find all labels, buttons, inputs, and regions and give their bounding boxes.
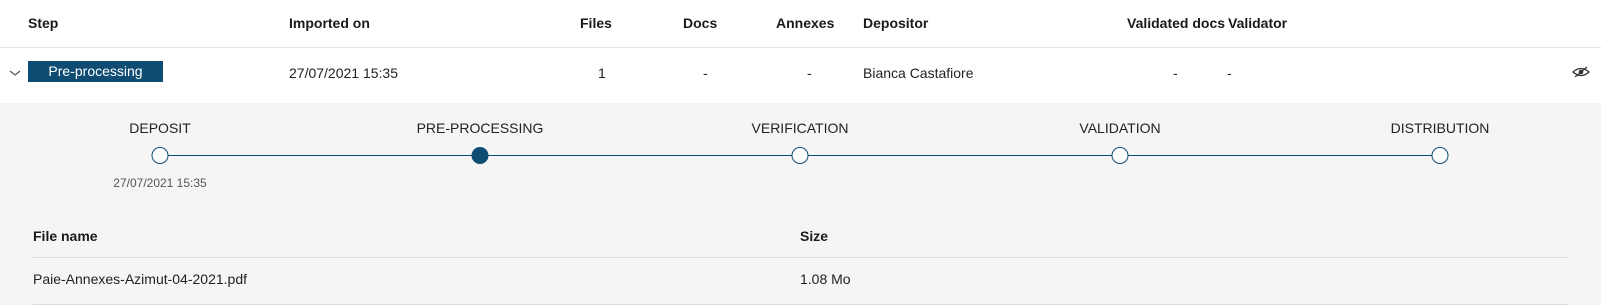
table-row[interactable]: Pre-processing 27/07/2021 15:35 1 - - Bi… — [0, 48, 1601, 103]
files-table-header: File name Size — [33, 218, 1568, 258]
step-badge: Pre-processing — [28, 61, 163, 82]
stage-label-deposit: DEPOSIT — [129, 120, 191, 136]
files-count: 1 — [598, 65, 606, 81]
stage-date-deposit: 27/07/2021 15:35 — [113, 176, 207, 190]
column-header-files[interactable]: Files — [580, 15, 612, 31]
column-header-depositor[interactable]: Depositor — [863, 15, 928, 31]
stage-label-validation: VALIDATION — [1079, 120, 1161, 136]
depositor-name: Bianca Castafiore — [863, 65, 974, 81]
file-name[interactable]: Paie-Annexes-Azimut-04-2021.pdf — [33, 271, 247, 287]
stage-dot-distribution — [1431, 147, 1449, 164]
stage-label-distribution: DISTRIBUTION — [1390, 120, 1490, 136]
eye-icon[interactable] — [1572, 65, 1590, 79]
validator-value: - — [1227, 65, 1232, 81]
column-header-validated-docs[interactable]: Validated docs — [1127, 15, 1225, 31]
docs-count: - — [703, 65, 708, 81]
stage-label-verification: VERIFICATION — [751, 120, 849, 136]
imported-on-value: 27/07/2021 15:35 — [289, 65, 398, 81]
file-size: 1.08 Mo — [800, 271, 851, 287]
column-header-size: Size — [800, 228, 829, 244]
column-header-annexes[interactable]: Annexes — [776, 15, 834, 31]
annexes-count: - — [807, 65, 812, 81]
stage-label-pre-processing: PRE-PROCESSING — [416, 120, 544, 136]
stage-dot-validation — [1111, 147, 1129, 164]
column-header-validator[interactable]: Validator — [1228, 15, 1287, 31]
stage-dot-deposit — [151, 147, 169, 164]
table-header: Step Imported on Files Docs Annexes Depo… — [0, 0, 1601, 48]
column-header-step[interactable]: Step — [28, 15, 58, 31]
file-row[interactable]: Paie-Annexes-Azimut-04-2021.pdf 1.08 Mo — [33, 258, 1568, 305]
stage-dot-pre-processing — [471, 147, 489, 164]
validated-docs-value: - — [1173, 65, 1178, 81]
column-header-docs[interactable]: Docs — [683, 15, 717, 31]
chevron-down-icon[interactable] — [8, 66, 22, 78]
stage-dot-verification — [791, 147, 809, 164]
column-header-file-name: File name — [33, 228, 98, 244]
column-header-imported-on[interactable]: Imported on — [289, 15, 370, 31]
row-detail-panel: DEPOSIT PRE-PROCESSING VERIFICATION VALI… — [0, 103, 1601, 305]
